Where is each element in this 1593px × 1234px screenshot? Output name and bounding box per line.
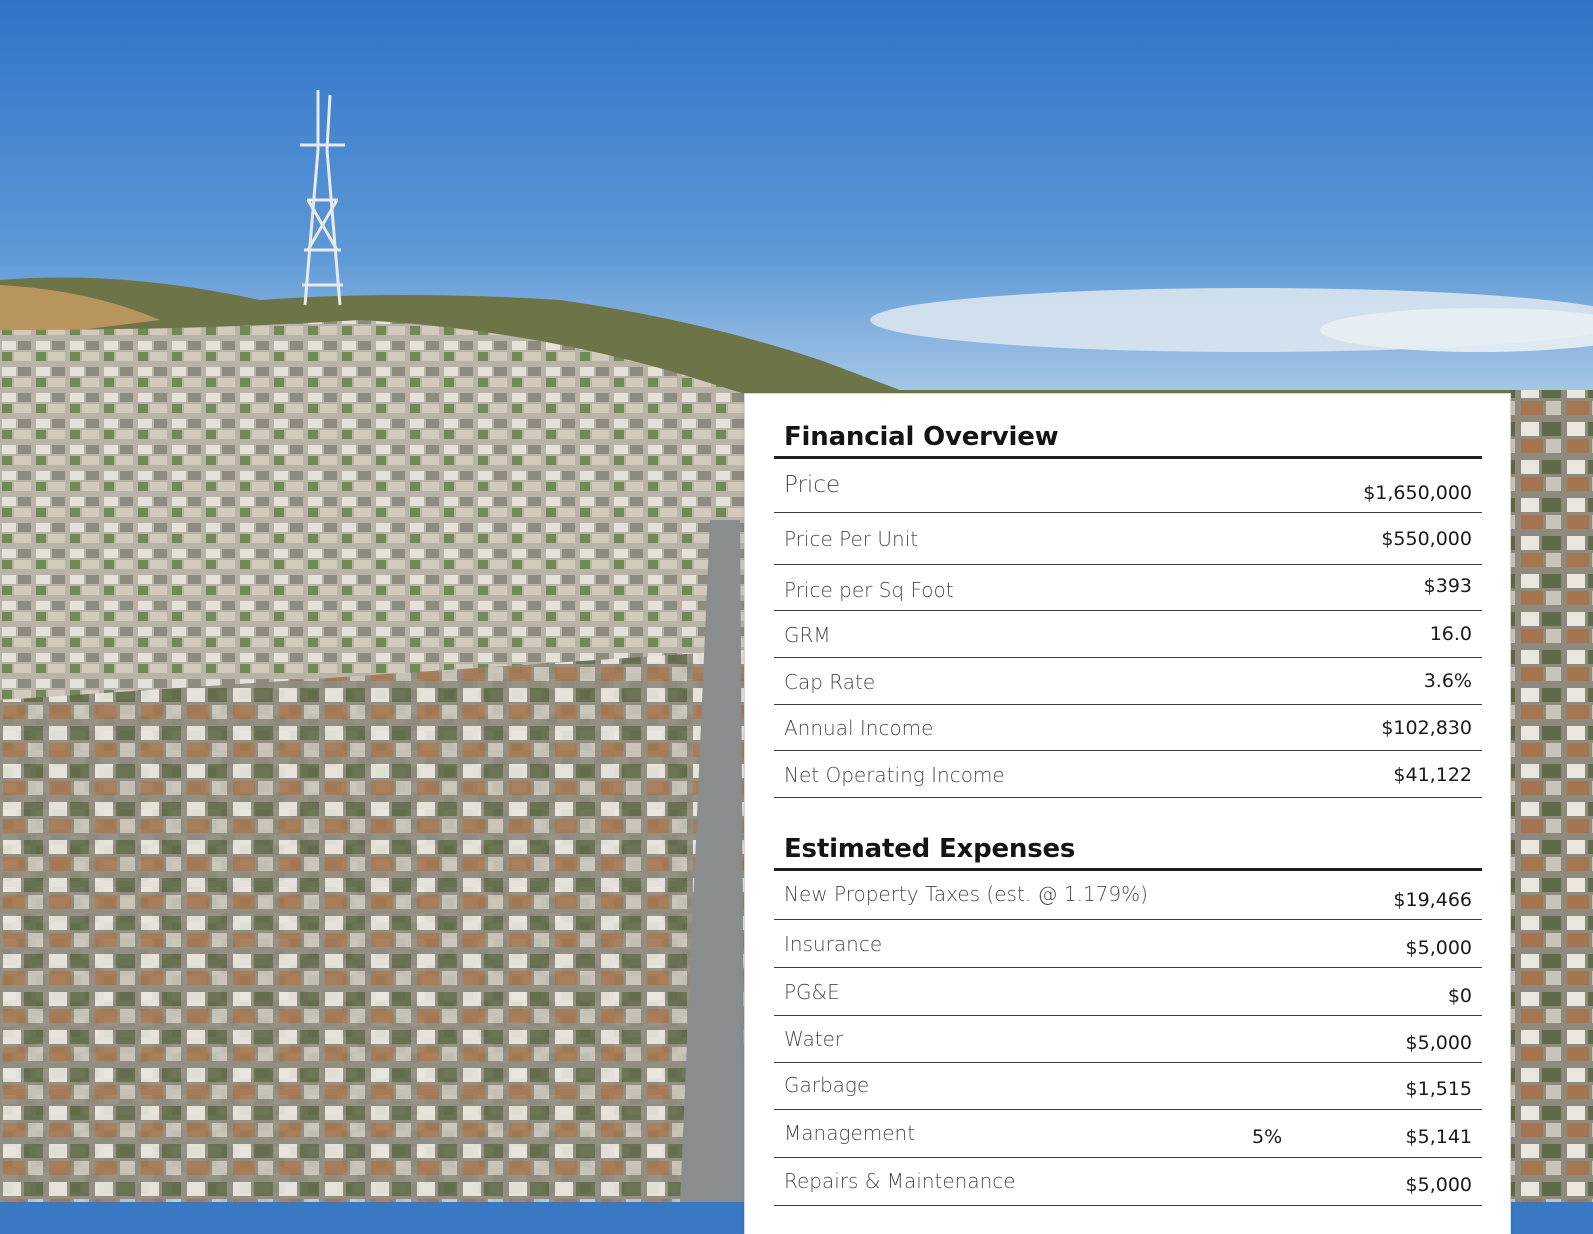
row-label: PG&E: [784, 980, 840, 1004]
table-row: New Property Taxes (est. @ 1.179%) $19,4…: [774, 871, 1482, 920]
row-value: 16.0: [1429, 623, 1472, 645]
table-row: GRM 16.0: [774, 610, 1482, 658]
row-value: $5,000: [1405, 1174, 1472, 1196]
row-value: $102,830: [1381, 717, 1472, 739]
table-row: Price Per Unit $550,000: [774, 512, 1482, 565]
table-row: Insurance $5,000: [774, 919, 1482, 968]
row-value: $1,650,000: [1363, 482, 1472, 504]
estimated-expenses-title: Estimated Expenses: [784, 834, 1076, 864]
row-value: $550,000: [1381, 528, 1472, 550]
row-label: Insurance: [784, 932, 883, 956]
table-row: Garbage $1,515: [774, 1062, 1482, 1110]
row-label: Management: [784, 1121, 916, 1145]
row-value: $5,000: [1405, 1032, 1472, 1054]
row-label: Water: [784, 1027, 844, 1051]
row-label: Price: [784, 472, 841, 498]
financial-overview-title: Financial Overview: [784, 422, 1059, 452]
table-row: Price per Sq Foot $393: [774, 564, 1482, 611]
row-label: Price Per Unit: [784, 527, 919, 551]
row-value: $5,141: [1405, 1126, 1472, 1148]
row-value: $19,466: [1393, 889, 1472, 911]
row-value: $5,000: [1405, 937, 1472, 959]
row-value: 3.6%: [1423, 670, 1472, 692]
financial-card: Financial Overview Price $1,650,000 Pric…: [745, 394, 1510, 1234]
row-label: Annual Income: [784, 716, 934, 740]
row-label: GRM: [784, 623, 831, 647]
table-row: PG&E $0: [774, 967, 1482, 1016]
table-row: Management 5% $5,141: [774, 1109, 1482, 1158]
row-value: $1,515: [1405, 1078, 1472, 1100]
table-row: Price $1,650,000: [774, 459, 1482, 513]
row-value: $0: [1447, 985, 1472, 1007]
table-row: Annual Income $102,830: [774, 704, 1482, 751]
row-label: Cap Rate: [784, 670, 876, 694]
row-label: Repairs & Maintenance: [784, 1169, 1016, 1193]
row-label: Garbage: [784, 1073, 870, 1097]
table-row: Net Operating Income $41,122: [774, 750, 1482, 798]
table-row: Repairs & Maintenance $5,000: [774, 1157, 1482, 1206]
row-value: $393: [1423, 575, 1472, 597]
row-label: Net Operating Income: [784, 763, 1005, 787]
table-row: Water $5,000: [774, 1015, 1482, 1063]
row-label: New Property Taxes (est. @ 1.179%): [784, 882, 1148, 906]
row-percent: 5%: [1252, 1126, 1283, 1148]
table-row: Cap Rate 3.6%: [774, 657, 1482, 705]
row-label: Price per Sq Foot: [784, 578, 954, 602]
row-value: $41,122: [1393, 764, 1472, 786]
